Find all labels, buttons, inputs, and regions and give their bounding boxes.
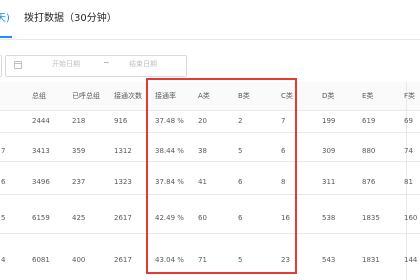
table-cell-class-d: 311 — [322, 178, 336, 186]
row-leading-cell: 5 — [1, 214, 6, 222]
table-cell-class-b: 5 — [238, 147, 243, 155]
end-date-input[interactable]: 结束日期 — [129, 59, 157, 69]
table-cell-connect-rate: 38.44 % — [155, 147, 184, 155]
table-cell-total-group: 3413 — [32, 147, 50, 155]
date-range-picker[interactable]: 开始日期 ~ 结束日期 — [5, 55, 187, 77]
table-cell-connect-rate: 37.84 % — [155, 178, 184, 186]
table-cell-class-d: 199 — [322, 117, 336, 125]
tab-call-data-30min[interactable]: 拨打数据（30分钟） — [24, 12, 117, 26]
column-header-class-e: E类 — [362, 92, 374, 100]
table-cell-class-a: 20 — [198, 117, 207, 125]
table-cell-class-e: 1835 — [362, 214, 380, 222]
column-header-class-c: C类 — [281, 92, 293, 100]
table-cell-class-d: 538 — [322, 214, 336, 222]
column-header-class-a: A类 — [198, 92, 210, 100]
table-cell-called-group: 237 — [72, 178, 86, 186]
table-cell-class-f: 81 — [404, 178, 413, 186]
table-cell-class-e: 619 — [362, 117, 376, 125]
table-cell-class-a: 41 — [198, 178, 207, 186]
table-cell-class-c: 23 — [281, 256, 290, 264]
table-cell-class-d: 309 — [322, 147, 336, 155]
table-cell-class-a: 38 — [198, 147, 207, 155]
table-row-divider — [0, 233, 420, 234]
table-cell-class-f: 160 — [404, 214, 418, 222]
table-cell-class-b: 6 — [238, 214, 243, 222]
column-header-class-f: F类 — [404, 92, 416, 100]
table-cell-connect-rate: 43.04 % — [155, 256, 184, 264]
table-cell-class-d: 543 — [322, 256, 336, 264]
calendar-icon — [14, 61, 22, 69]
table-cell-class-f: 144 — [404, 256, 418, 264]
filter-select-partial[interactable] — [0, 55, 2, 77]
table-cell-total-group: 6081 — [32, 256, 50, 264]
table-cell-class-f: 69 — [404, 117, 413, 125]
row-leading-cell: 4 — [1, 256, 6, 264]
table-cell-class-e: 876 — [362, 178, 376, 186]
column-header-connect-rate: 接通率 — [155, 92, 176, 100]
table-cell-class-c: 16 — [281, 214, 290, 222]
table-header — [0, 82, 420, 111]
column-header-total-group: 总组 — [32, 92, 46, 100]
table-cell-connected-count: 916 — [114, 117, 128, 125]
table-row-divider — [0, 161, 420, 162]
column-header-called-group: 已呼总组 — [72, 92, 100, 100]
table-row-divider — [0, 132, 420, 133]
table-cell-called-group: 359 — [72, 147, 86, 155]
table-cell-called-group: 400 — [72, 256, 86, 264]
table-cell-class-e: 880 — [362, 147, 376, 155]
table-cell-class-e: 1831 — [362, 256, 380, 264]
tab-daily[interactable]: 天) — [0, 12, 10, 26]
table-cell-class-f: 74 — [404, 147, 413, 155]
table-cell-connect-rate: 37.48 % — [155, 117, 184, 125]
table-cell-connected-count: 2617 — [114, 256, 132, 264]
table-cell-called-group: 425 — [72, 214, 86, 222]
column-header-class-d: D类 — [322, 92, 335, 100]
table-cell-class-b: 5 — [238, 256, 243, 264]
table-row-divider — [0, 194, 420, 195]
table-cell-total-group: 2444 — [32, 117, 50, 125]
start-date-input[interactable]: 开始日期 — [52, 59, 80, 69]
column-header-connected-count: 接通次数 — [114, 92, 142, 100]
table-cell-connected-count: 1323 — [114, 178, 132, 186]
table-cell-total-group: 3496 — [32, 178, 50, 186]
active-tab-underline — [0, 36, 12, 38]
filter-bar: 开始日期 ~ 结束日期 — [0, 55, 420, 77]
table-cell-class-a: 71 — [198, 256, 207, 264]
table-cell-class-c: 6 — [281, 147, 286, 155]
tab-bar-divider — [0, 39, 420, 40]
tab-bar: 天) 拨打数据（30分钟） — [0, 0, 420, 44]
table-cell-total-group: 6159 — [32, 214, 50, 222]
table-cell-class-a: 60 — [198, 214, 207, 222]
table-cell-class-c: 8 — [281, 178, 286, 186]
table-cell-connected-count: 2617 — [114, 214, 132, 222]
row-leading-cell: 7 — [1, 147, 6, 155]
table-cell-class-b: 6 — [238, 178, 243, 186]
table-cell-class-c: 7 — [281, 117, 286, 125]
table-cell-called-group: 218 — [72, 117, 86, 125]
column-header-class-b: B类 — [238, 92, 250, 100]
date-range-separator: ~ — [103, 58, 110, 67]
table-cell-connected-count: 1312 — [114, 147, 132, 155]
table-cell-class-b: 2 — [238, 117, 243, 125]
table-cell-connect-rate: 42.49 % — [155, 214, 184, 222]
row-leading-cell: 6 — [1, 178, 6, 186]
